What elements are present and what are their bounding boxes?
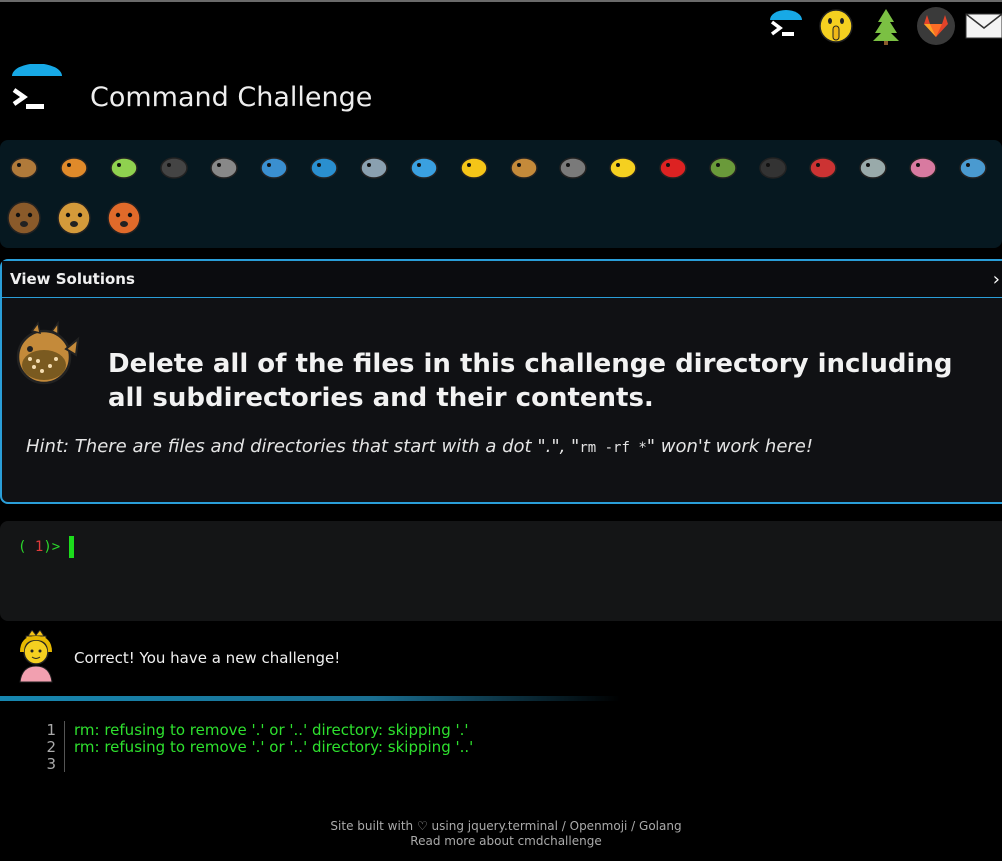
terminal-prompt: ( 1)> xyxy=(18,539,60,555)
scorpion-icon[interactable] xyxy=(803,146,843,186)
tree-icon[interactable] xyxy=(866,6,906,46)
princess-icon xyxy=(14,629,58,684)
output-text: rm: refusing to remove '.' or '..' direc… xyxy=(74,721,469,739)
hint-prefix: Hint: There are files and directories th… xyxy=(26,436,580,457)
output-line: 1 rm: refusing to remove '.' or '..' dire… xyxy=(36,721,473,739)
cricket-icon[interactable] xyxy=(703,146,743,186)
dolphin-2-icon[interactable] xyxy=(354,146,394,186)
blowfish-icon[interactable] xyxy=(504,146,544,186)
output-line: 2 rm: refusing to remove '.' or '..' dire… xyxy=(36,738,474,756)
output-text: rm: refusing to remove '.' or '..' direc… xyxy=(74,738,474,756)
ant-icon[interactable] xyxy=(154,146,194,186)
output-line: 3 xyxy=(36,755,473,773)
terminal-icon[interactable] xyxy=(766,6,806,46)
shushing-face-icon[interactable] xyxy=(816,6,856,46)
terminal[interactable]: ( 1)> xyxy=(0,521,1002,621)
page-title: Command Challenge xyxy=(90,82,373,113)
top-border xyxy=(0,0,1002,2)
worm-icon[interactable] xyxy=(903,146,943,186)
chevron-right-icon[interactable]: › xyxy=(993,269,1000,290)
footer-about-link[interactable]: Read more about cmdchallenge xyxy=(0,834,1002,849)
spider-web-icon[interactable] xyxy=(204,146,244,186)
line-number: 2 xyxy=(36,738,65,756)
gitlab-icon[interactable] xyxy=(916,6,956,46)
envelope-icon[interactable] xyxy=(964,6,1002,46)
wolf-icon[interactable] xyxy=(553,146,593,186)
ladybug-icon[interactable] xyxy=(653,146,693,186)
fly-icon[interactable] xyxy=(853,146,893,186)
dolphin-icon[interactable] xyxy=(304,146,344,186)
footer: Site built with ♡ using jquery.terminal … xyxy=(0,819,1002,849)
bee-icon[interactable] xyxy=(603,146,643,186)
footer-credits[interactable]: Site built with ♡ using jquery.terminal … xyxy=(0,819,1002,834)
prompt-close: )> xyxy=(43,539,61,555)
hint-code: rm -rf * xyxy=(579,440,647,456)
terminal-cursor[interactable] xyxy=(69,536,74,558)
caterpillar-icon[interactable] xyxy=(104,146,144,186)
challenge-description: Delete all of the files in this challeng… xyxy=(108,349,953,413)
dog-icon[interactable] xyxy=(54,198,94,238)
monkey-icon[interactable] xyxy=(4,198,44,238)
snail-icon[interactable] xyxy=(4,146,44,186)
fox-icon[interactable] xyxy=(104,198,144,238)
terminal-logo-icon[interactable] xyxy=(10,63,62,116)
butterfly-icon[interactable] xyxy=(54,146,94,186)
hint-text: Hint: There are files and directories th… xyxy=(26,436,813,457)
challenge-animals-bar xyxy=(0,140,1002,248)
blowfish-icon xyxy=(10,319,82,391)
tropical-fish-icon[interactable] xyxy=(454,146,494,186)
microbe-icon[interactable] xyxy=(953,146,993,186)
status-divider xyxy=(0,696,620,701)
hint-suffix: " won't work here! xyxy=(646,436,814,457)
line-number: 3 xyxy=(36,755,65,773)
view-solutions-header[interactable]: View Solutions › xyxy=(2,261,1002,298)
prompt-open: ( xyxy=(18,539,27,555)
line-number: 1 xyxy=(36,721,65,739)
challenge-panel: View Solutions › Delete all of the files… xyxy=(0,259,1002,504)
spider-icon[interactable] xyxy=(753,146,793,186)
fish-icon[interactable] xyxy=(404,146,444,186)
view-solutions-label: View Solutions xyxy=(10,270,135,288)
command-output: 1 rm: refusing to remove '.' or '..' dire… xyxy=(36,721,474,773)
whale-icon[interactable] xyxy=(254,146,294,186)
status-message: Correct! You have a new challenge! xyxy=(74,649,341,667)
